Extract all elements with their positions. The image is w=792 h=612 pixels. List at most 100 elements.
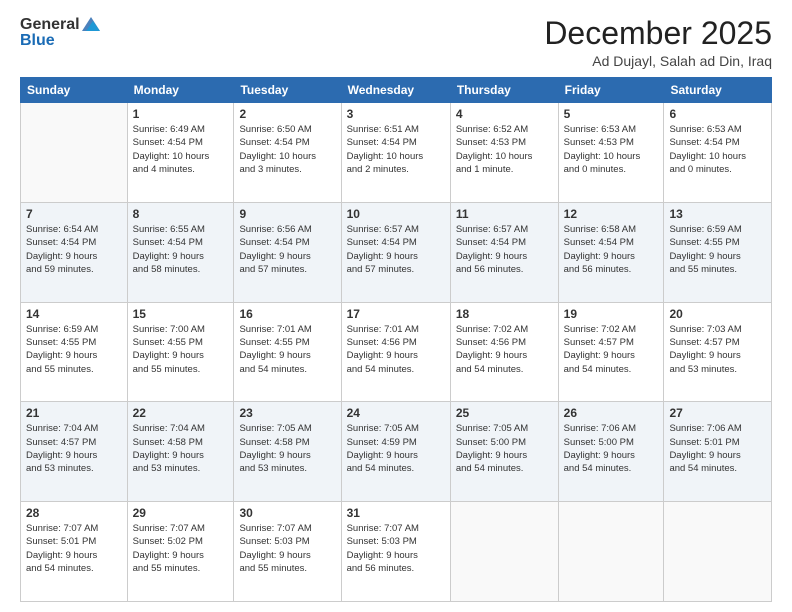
day-info: Sunrise: 7:04 AM Sunset: 4:57 PM Dayligh… (26, 422, 122, 475)
day-number: 31 (347, 506, 445, 520)
day-number: 24 (347, 406, 445, 420)
logo-blue-text: Blue (20, 32, 55, 50)
logo: General Blue (20, 16, 100, 50)
day-number: 3 (347, 107, 445, 121)
day-number: 26 (564, 406, 659, 420)
table-row: 10 Sunrise: 6:57 AM Sunset: 4:54 PM Dayli… (341, 202, 450, 302)
weekday-header-row: Sunday Monday Tuesday Wednesday Thursday… (21, 78, 772, 103)
table-row: 1 Sunrise: 6:49 AM Sunset: 4:54 PM Daylig… (127, 103, 234, 203)
day-number: 1 (133, 107, 229, 121)
table-row: 14 Sunrise: 6:59 AM Sunset: 4:55 PM Dayli… (21, 302, 128, 402)
table-row: 16 Sunrise: 7:01 AM Sunset: 4:55 PM Dayli… (234, 302, 341, 402)
table-row: 24 Sunrise: 7:05 AM Sunset: 4:59 PM Dayli… (341, 402, 450, 502)
day-number: 27 (669, 406, 766, 420)
day-info: Sunrise: 6:49 AM Sunset: 4:54 PM Dayligh… (133, 123, 229, 176)
table-row (558, 502, 664, 602)
day-info: Sunrise: 6:54 AM Sunset: 4:54 PM Dayligh… (26, 223, 122, 276)
table-row: 31 Sunrise: 7:07 AM Sunset: 5:03 PM Dayli… (341, 502, 450, 602)
header-monday: Monday (127, 78, 234, 103)
table-row (450, 502, 558, 602)
table-row: 28Sunrise: 7:07 AM Sunset: 5:01 PM Dayli… (21, 502, 128, 602)
header-wednesday: Wednesday (341, 78, 450, 103)
day-info: Sunrise: 7:02 AM Sunset: 4:57 PM Dayligh… (564, 323, 659, 376)
day-info: Sunrise: 6:53 AM Sunset: 4:53 PM Dayligh… (564, 123, 659, 176)
day-info: Sunrise: 7:01 AM Sunset: 4:55 PM Dayligh… (239, 323, 335, 376)
day-number: 4 (456, 107, 553, 121)
table-row: 27Sunrise: 7:06 AM Sunset: 5:01 PM Dayli… (664, 402, 772, 502)
table-row: 6Sunrise: 6:53 AM Sunset: 4:54 PM Daylig… (664, 103, 772, 203)
table-row: 3 Sunrise: 6:51 AM Sunset: 4:54 PM Daylig… (341, 103, 450, 203)
day-info: Sunrise: 7:07 AM Sunset: 5:02 PM Dayligh… (133, 522, 229, 575)
table-row: 2 Sunrise: 6:50 AM Sunset: 4:54 PM Daylig… (234, 103, 341, 203)
logo-icon (82, 17, 100, 31)
day-number: 21 (26, 406, 122, 420)
day-number: 7 (26, 207, 122, 221)
calendar-week-row: 28Sunrise: 7:07 AM Sunset: 5:01 PM Dayli… (21, 502, 772, 602)
day-info: Sunrise: 7:05 AM Sunset: 5:00 PM Dayligh… (456, 422, 553, 475)
day-number: 2 (239, 107, 335, 121)
day-info: Sunrise: 6:50 AM Sunset: 4:54 PM Dayligh… (239, 123, 335, 176)
day-info: Sunrise: 7:07 AM Sunset: 5:01 PM Dayligh… (26, 522, 122, 575)
table-row: 5 Sunrise: 6:53 AM Sunset: 4:53 PM Daylig… (558, 103, 664, 203)
day-info: Sunrise: 6:57 AM Sunset: 4:54 PM Dayligh… (347, 223, 445, 276)
day-info: Sunrise: 6:55 AM Sunset: 4:54 PM Dayligh… (133, 223, 229, 276)
calendar-page: General Blue December 2025 Ad Dujayl, Sa… (0, 0, 792, 612)
header-saturday: Saturday (664, 78, 772, 103)
table-row: 12Sunrise: 6:58 AM Sunset: 4:54 PM Dayli… (558, 202, 664, 302)
day-info: Sunrise: 6:51 AM Sunset: 4:54 PM Dayligh… (347, 123, 445, 176)
header-sunday: Sunday (21, 78, 128, 103)
day-info: Sunrise: 6:59 AM Sunset: 4:55 PM Dayligh… (26, 323, 122, 376)
calendar-week-row: 14 Sunrise: 6:59 AM Sunset: 4:55 PM Dayli… (21, 302, 772, 402)
day-number: 8 (133, 207, 229, 221)
day-info: Sunrise: 7:01 AM Sunset: 4:56 PM Dayligh… (347, 323, 445, 376)
day-info: Sunrise: 7:00 AM Sunset: 4:55 PM Dayligh… (133, 323, 229, 376)
calendar-subtitle: Ad Dujayl, Salah ad Din, Iraq (544, 53, 772, 69)
day-info: Sunrise: 6:52 AM Sunset: 4:53 PM Dayligh… (456, 123, 553, 176)
day-number: 25 (456, 406, 553, 420)
day-info: Sunrise: 6:56 AM Sunset: 4:54 PM Dayligh… (239, 223, 335, 276)
day-number: 6 (669, 107, 766, 121)
day-info: Sunrise: 6:59 AM Sunset: 4:55 PM Dayligh… (669, 223, 766, 276)
day-number: 9 (239, 207, 335, 221)
day-number: 29 (133, 506, 229, 520)
day-info: Sunrise: 6:57 AM Sunset: 4:54 PM Dayligh… (456, 223, 553, 276)
day-number: 18 (456, 307, 553, 321)
calendar-week-row: 1 Sunrise: 6:49 AM Sunset: 4:54 PM Daylig… (21, 103, 772, 203)
title-block: December 2025 Ad Dujayl, Salah ad Din, I… (544, 16, 772, 69)
day-info: Sunrise: 7:03 AM Sunset: 4:57 PM Dayligh… (669, 323, 766, 376)
day-info: Sunrise: 7:06 AM Sunset: 5:00 PM Dayligh… (564, 422, 659, 475)
table-row: 21 Sunrise: 7:04 AM Sunset: 4:57 PM Dayli… (21, 402, 128, 502)
header: General Blue December 2025 Ad Dujayl, Sa… (20, 16, 772, 69)
table-row: 29 Sunrise: 7:07 AM Sunset: 5:02 PM Dayli… (127, 502, 234, 602)
table-row (664, 502, 772, 602)
day-number: 16 (239, 307, 335, 321)
table-row (21, 103, 128, 203)
day-number: 13 (669, 207, 766, 221)
table-row: 20Sunrise: 7:03 AM Sunset: 4:57 PM Dayli… (664, 302, 772, 402)
day-number: 15 (133, 307, 229, 321)
header-friday: Friday (558, 78, 664, 103)
day-number: 17 (347, 307, 445, 321)
header-thursday: Thursday (450, 78, 558, 103)
day-info: Sunrise: 7:07 AM Sunset: 5:03 PM Dayligh… (239, 522, 335, 575)
day-number: 10 (347, 207, 445, 221)
calendar-title: December 2025 (544, 16, 772, 51)
table-row: 13 Sunrise: 6:59 AM Sunset: 4:55 PM Dayli… (664, 202, 772, 302)
day-info: Sunrise: 7:02 AM Sunset: 4:56 PM Dayligh… (456, 323, 553, 376)
day-info: Sunrise: 7:07 AM Sunset: 5:03 PM Dayligh… (347, 522, 445, 575)
day-number: 14 (26, 307, 122, 321)
day-number: 5 (564, 107, 659, 121)
table-row: 23Sunrise: 7:05 AM Sunset: 4:58 PM Dayli… (234, 402, 341, 502)
calendar-table: Sunday Monday Tuesday Wednesday Thursday… (20, 77, 772, 602)
table-row: 30 Sunrise: 7:07 AM Sunset: 5:03 PM Dayli… (234, 502, 341, 602)
day-number: 30 (239, 506, 335, 520)
day-number: 19 (564, 307, 659, 321)
day-info: Sunrise: 7:05 AM Sunset: 4:58 PM Dayligh… (239, 422, 335, 475)
header-tuesday: Tuesday (234, 78, 341, 103)
day-info: Sunrise: 6:58 AM Sunset: 4:54 PM Dayligh… (564, 223, 659, 276)
day-info: Sunrise: 7:05 AM Sunset: 4:59 PM Dayligh… (347, 422, 445, 475)
table-row: 7 Sunrise: 6:54 AM Sunset: 4:54 PM Daylig… (21, 202, 128, 302)
table-row: 17 Sunrise: 7:01 AM Sunset: 4:56 PM Dayli… (341, 302, 450, 402)
table-row: 4 Sunrise: 6:52 AM Sunset: 4:53 PM Daylig… (450, 103, 558, 203)
table-row: 18 Sunrise: 7:02 AM Sunset: 4:56 PM Dayli… (450, 302, 558, 402)
